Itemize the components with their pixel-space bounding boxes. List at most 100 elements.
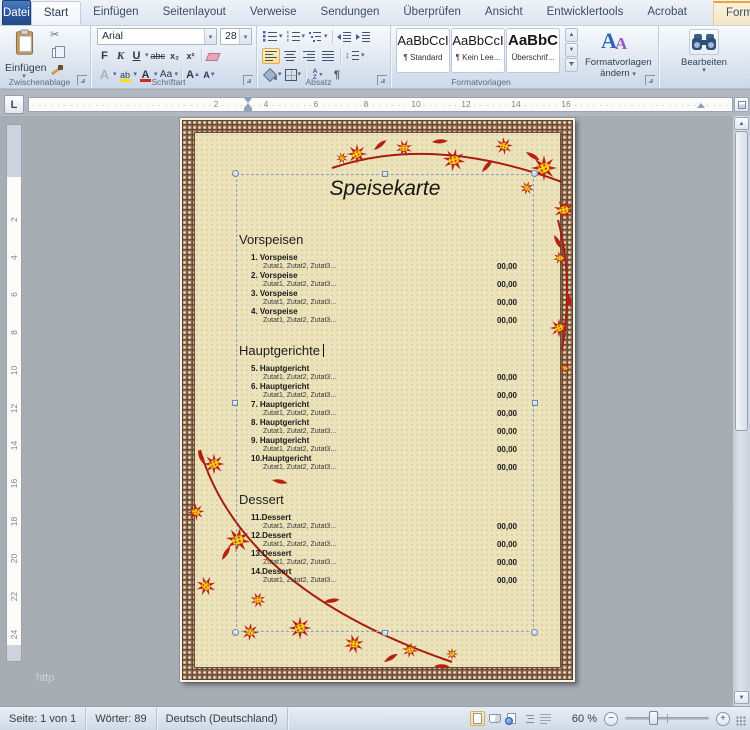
- tab-sendungen[interactable]: Sendungen: [309, 1, 392, 25]
- menu-text[interactable]: Vorspeisen1. VorspeiseZutat1, Zutat2, Zu…: [237, 175, 533, 631]
- change-styles-button[interactable]: AA Formatvorlagen ändern ▾: [584, 28, 652, 82]
- copy-button[interactable]: [48, 45, 74, 60]
- language-status[interactable]: Deutsch (Deutschland): [157, 708, 288, 730]
- align-left-button[interactable]: [262, 48, 280, 64]
- left-indent-marker[interactable]: [244, 108, 252, 111]
- item-ingredients: Zutat1, Zutat2, Zutat3...: [263, 391, 336, 400]
- v-ruler[interactable]: 24681012141618202224: [6, 124, 22, 662]
- justify-icon: [321, 50, 336, 62]
- font-size-combo[interactable]: 28 ▾: [220, 28, 252, 45]
- increase-indent-button[interactable]: [355, 29, 373, 45]
- tab-ansicht[interactable]: Ansicht: [473, 1, 535, 25]
- resize-handle-bottom-right[interactable]: [531, 629, 538, 636]
- superscript-button[interactable]: x²: [183, 48, 198, 64]
- dialog-launcher-icon[interactable]: [377, 75, 387, 85]
- gallery-more-icon[interactable]: ▼: [565, 58, 578, 72]
- zoom-in-button[interactable]: +: [716, 712, 730, 726]
- gallery-scroll-down-icon[interactable]: ▼: [565, 43, 578, 57]
- ruler-toggle-button[interactable]: [734, 97, 749, 112]
- print-layout-view-button[interactable]: [470, 711, 485, 726]
- underline-button[interactable]: U: [129, 48, 144, 64]
- line-spacing-button[interactable]: ↕▾: [344, 48, 366, 64]
- style-option-überschrif-[interactable]: AaBbCÜberschrif...: [506, 28, 560, 73]
- file-tab[interactable]: Datei: [2, 0, 31, 25]
- underline-dropdown-icon[interactable]: ▾: [145, 53, 149, 59]
- multilevel-list-button[interactable]: ▾: [307, 29, 329, 45]
- font-name-dropdown-icon[interactable]: ▾: [204, 29, 216, 44]
- binoculars-icon: [691, 32, 717, 52]
- word-count-status[interactable]: Wörter: 89: [86, 708, 156, 730]
- align-right-button[interactable]: [300, 48, 318, 64]
- editing-button[interactable]: Bearbeiten ▾: [671, 28, 737, 82]
- document-page[interactable]: Speisekarte Vorspeisen1. VorspeiseZutat1…: [180, 118, 575, 682]
- bullet-list-button[interactable]: ▾: [262, 29, 284, 45]
- resize-handle-top-left[interactable]: [232, 170, 239, 177]
- dialog-launcher-icon[interactable]: [645, 75, 655, 85]
- decrease-indent-button[interactable]: [336, 29, 354, 45]
- resize-handle-bottom-center[interactable]: [382, 630, 388, 636]
- justify-button[interactable]: [319, 48, 337, 64]
- font-name-combo[interactable]: Arial ▾: [97, 28, 217, 45]
- text-box-selection[interactable]: Speisekarte Vorspeisen1. VorspeiseZutat1…: [236, 174, 534, 632]
- bold-button[interactable]: F: [97, 48, 112, 64]
- resize-handle-middle-left[interactable]: [232, 400, 238, 406]
- cut-button[interactable]: ✂: [48, 28, 74, 43]
- v-ruler-number: 22: [9, 591, 20, 602]
- tab-strip: StartEinfügenSeitenlayoutVerweiseSendung…: [31, 1, 750, 25]
- font-size-dropdown-icon[interactable]: ▾: [239, 29, 251, 44]
- tab-start[interactable]: Start: [31, 1, 81, 25]
- numbered-list-button[interactable]: ▾: [285, 29, 307, 45]
- tab-entwicklertools[interactable]: Entwicklertools: [535, 1, 636, 25]
- item-name: 5. Hauptgericht: [251, 364, 517, 373]
- zoom-out-button[interactable]: −: [604, 712, 618, 726]
- align-center-button[interactable]: [281, 48, 299, 64]
- zoom-level[interactable]: 60 %: [563, 713, 597, 725]
- resize-handle-top-right[interactable]: [531, 170, 538, 177]
- editing-dropdown-icon: ▾: [672, 68, 736, 74]
- item-ingredients: Zutat1, Zutat2, Zutat3...: [263, 463, 336, 472]
- clear-formatting-icon[interactable]: [205, 50, 221, 62]
- subscript-button[interactable]: x₂: [167, 48, 182, 64]
- zoom-slider[interactable]: [625, 717, 709, 720]
- resize-handle-top-center[interactable]: [382, 171, 388, 177]
- tab-überprüfen[interactable]: Überprüfen: [391, 1, 473, 25]
- style-sample: AaBbCcI: [452, 29, 504, 53]
- style-option--kein-lee-[interactable]: AaBbCcI¶ Kein Lee...: [451, 28, 505, 73]
- scrollbar-thumb[interactable]: [735, 131, 748, 431]
- scroll-down-button[interactable]: ▼: [734, 691, 749, 704]
- fullscreen-reading-view-button[interactable]: [487, 711, 502, 726]
- gallery-scroll-up-icon[interactable]: ▲: [565, 28, 578, 42]
- resize-handle-bottom-left[interactable]: [232, 629, 239, 636]
- style-option--standard[interactable]: AaBbCcI¶ Standard: [396, 28, 450, 73]
- tab-seitenlayout[interactable]: Seitenlayout: [151, 1, 238, 25]
- tab-acrobat[interactable]: Acrobat: [635, 1, 699, 25]
- h-ruler-number: 4: [263, 99, 270, 110]
- v-ruler-number: 12: [9, 403, 20, 414]
- v-ruler-number: 10: [9, 365, 20, 376]
- resize-handle-middle-right[interactable]: [532, 400, 538, 406]
- ruler-band: L 246810121416: [0, 90, 750, 116]
- draft-view-button[interactable]: [538, 711, 553, 726]
- tab-stop-selector[interactable]: L: [4, 95, 24, 114]
- resize-grip[interactable]: [736, 716, 746, 726]
- tab-einfügen[interactable]: Einfügen: [81, 1, 150, 25]
- outline-view-button[interactable]: [521, 711, 536, 726]
- h-ruler[interactable]: 246810121416: [28, 97, 733, 112]
- format-painter-button[interactable]: [48, 62, 74, 77]
- item-row: Zutat1, Zutat2, Zutat3...00,00: [251, 409, 517, 418]
- web-layout-view-button[interactable]: [504, 711, 519, 726]
- dialog-launcher-icon[interactable]: [77, 75, 87, 85]
- dialog-launcher-icon[interactable]: [243, 75, 253, 85]
- item-ingredients: Zutat1, Zutat2, Zutat3...: [263, 576, 336, 585]
- zoom-slider-handle[interactable]: [649, 711, 658, 725]
- paste-button[interactable]: Einfügen ▾: [4, 28, 44, 78]
- right-indent-marker[interactable]: [697, 103, 705, 108]
- scroll-up-button[interactable]: ▲: [734, 117, 749, 130]
- menu-items: 5. Hauptgericht Zutat1, Zutat2, Zutat3...…: [251, 364, 517, 472]
- bullet-list-icon: [263, 31, 278, 43]
- tab-format[interactable]: Format: [713, 1, 750, 25]
- tab-verweise[interactable]: Verweise: [238, 1, 309, 25]
- italic-button[interactable]: K: [113, 48, 128, 64]
- page-count-status[interactable]: Seite: 1 von 1: [0, 708, 86, 730]
- strikethrough-button[interactable]: abc: [150, 48, 167, 64]
